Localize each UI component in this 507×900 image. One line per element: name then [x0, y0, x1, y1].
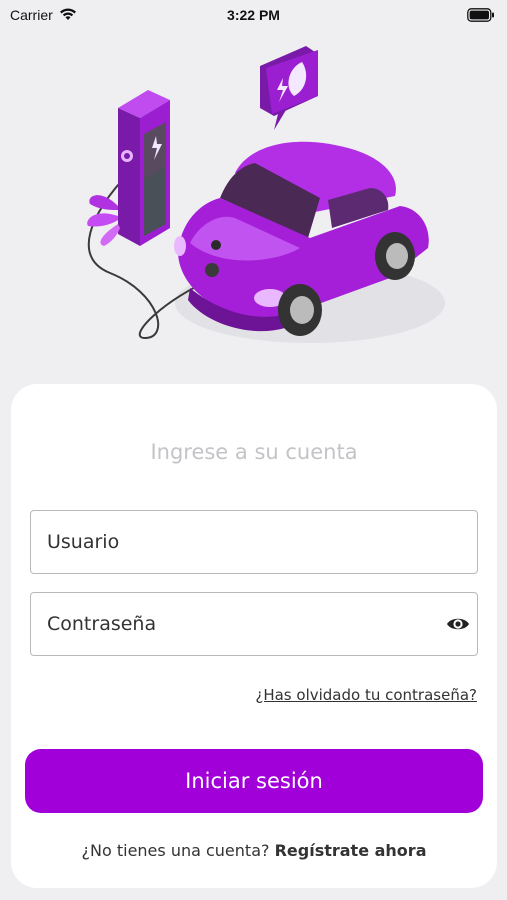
hero-illustration	[70, 38, 450, 358]
carrier-label: Carrier	[10, 7, 53, 23]
forgot-password-link[interactable]: ¿Has olvidado tu contraseña?	[255, 686, 477, 704]
password-field[interactable]: Contraseña	[30, 592, 478, 656]
status-bar: Carrier 3:22 PM	[0, 0, 507, 30]
wifi-icon	[59, 7, 77, 24]
login-title: Ingrese a su cuenta	[150, 440, 358, 464]
leaf-icon	[260, 46, 318, 130]
status-left: Carrier	[10, 7, 77, 24]
signup-prompt: ¿No tienes una cuenta?	[81, 841, 270, 860]
password-placeholder: Contraseña	[47, 613, 157, 635]
signup-row: ¿No tienes una cuenta? Regístrate ahora	[11, 841, 497, 860]
username-field[interactable]: Usuario	[30, 510, 478, 574]
charging-station-icon	[87, 90, 170, 246]
username-placeholder: Usuario	[47, 531, 120, 553]
signup-link[interactable]: Regístrate ahora	[275, 841, 427, 860]
login-card: Ingrese a su cuenta Usuario Contraseña ¿…	[11, 384, 497, 888]
battery-icon	[467, 8, 495, 22]
login-button[interactable]: Iniciar sesión	[25, 749, 483, 813]
show-password-eye-icon[interactable]	[445, 611, 471, 637]
